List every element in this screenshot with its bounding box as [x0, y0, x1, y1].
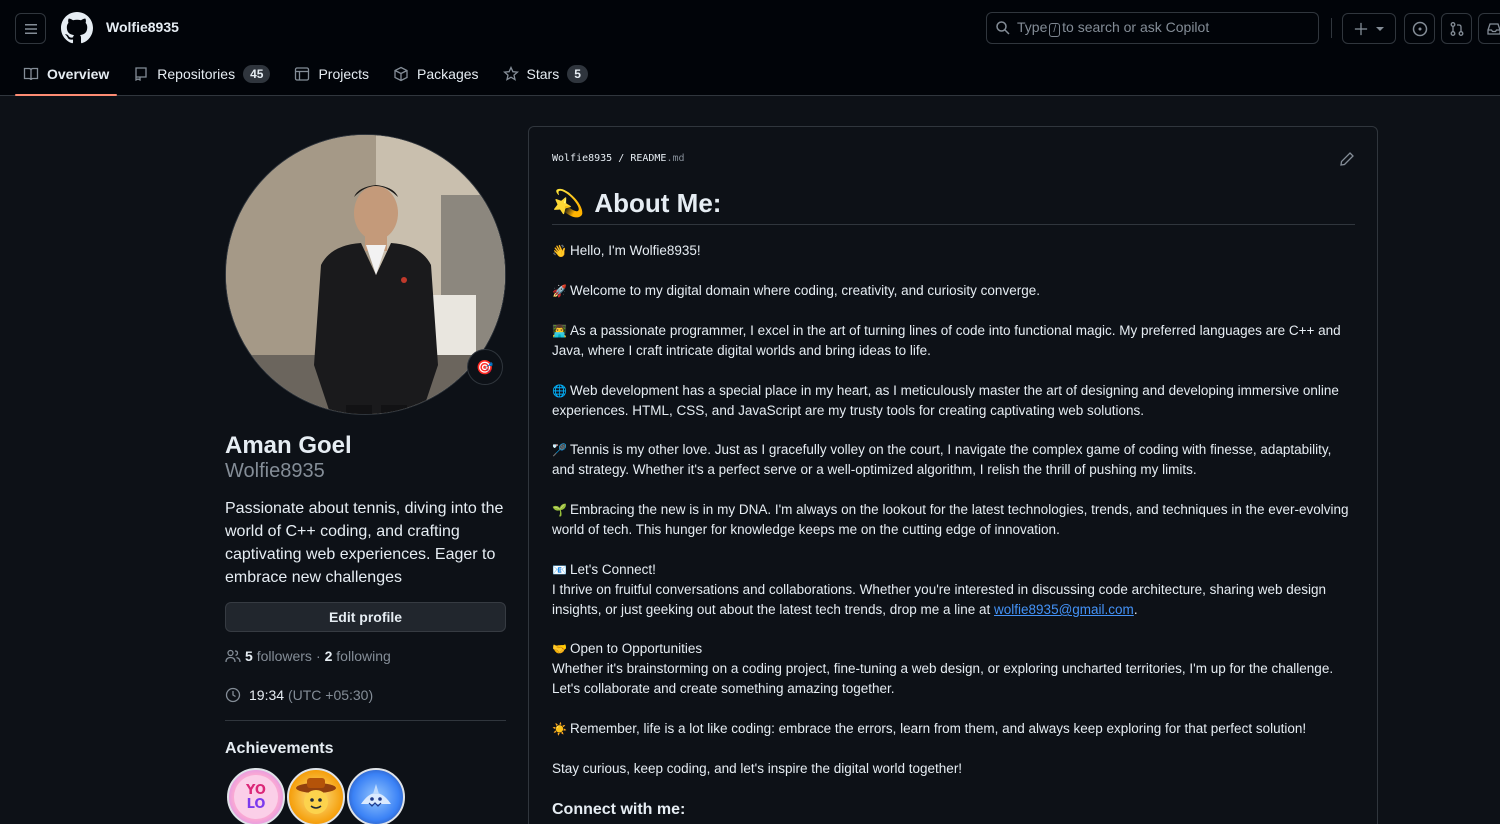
local-time-value: 19:34: [249, 687, 285, 703]
globe-icon: 🌐: [552, 384, 567, 398]
cowboy-badge-icon: [296, 778, 336, 814]
pull-requests-button[interactable]: [1441, 13, 1472, 44]
readme-paragraph: Stay curious, keep coding, and let's ins…: [552, 761, 963, 776]
header-divider: [1331, 18, 1332, 38]
create-new-button[interactable]: [1342, 13, 1396, 44]
readme-paragraph: 🚀 Welcome to my digital domain where codi…: [552, 281, 1352, 301]
tab-repositories[interactable]: Repositories 45: [125, 56, 278, 92]
racquet-icon: 🏸: [552, 443, 567, 457]
github-logo-icon[interactable]: [61, 12, 93, 44]
readme-paragraph: 👋 Hello, I'm Wolfie8935!: [552, 241, 1352, 261]
tab-label: Stars: [526, 66, 560, 82]
readme-paragraph: ☀️ Remember, life is a lot like coding: e…: [552, 719, 1352, 739]
top-header: Wolfie8935 Type / to search or ask Copilot: [0, 0, 1500, 96]
readme-heading: 💫 About Me:: [552, 183, 1355, 225]
readme-heading-text: About Me:: [594, 188, 722, 218]
table-icon: [295, 67, 310, 81]
tab-label: Repositories: [157, 66, 236, 82]
readme-paragraph: 📧 Let's Connect! I thrive on fruitful con…: [552, 562, 1326, 617]
handshake-icon: 🤝: [552, 642, 567, 656]
achievement-pull-shark-badge[interactable]: [347, 768, 405, 824]
triangle-down-icon: [1376, 26, 1384, 31]
slash-key-hint: /: [1049, 23, 1061, 37]
readme-paragraph: 🏸 Tennis is my other love. Just as I grac…: [552, 442, 1332, 477]
people-icon: [225, 649, 241, 663]
issues-button[interactable]: [1404, 13, 1435, 44]
timezone-offset: (UTC +05:30): [287, 687, 374, 703]
search-icon: [996, 21, 1010, 35]
clock-icon: [225, 687, 241, 703]
follow-separator: ·: [315, 648, 321, 664]
issue-opened-icon: [1412, 21, 1427, 36]
avatar-photo: [226, 135, 505, 414]
book-icon: [23, 67, 39, 81]
repositories-count: 45: [243, 65, 271, 83]
achievement-quickdraw-badge[interactable]: [287, 768, 345, 824]
tab-projects[interactable]: Projects: [286, 56, 377, 92]
repo-icon: [135, 67, 147, 82]
tab-overview[interactable]: Overview: [15, 56, 118, 96]
search-input[interactable]: Type / to search or ask Copilot: [986, 12, 1319, 44]
waving-hand-icon: 👋: [552, 244, 567, 258]
stars-count: 5: [567, 65, 588, 83]
achievement-yolo-badge[interactable]: YO LO: [227, 768, 285, 824]
followers-link[interactable]: 5 followers: [245, 648, 312, 664]
tab-packages[interactable]: Packages: [385, 56, 486, 92]
search-placeholder: Type / to search or ask Copilot: [1017, 19, 1210, 37]
profile-bio: Passionate about tennis, diving into the…: [225, 500, 504, 586]
svg-text:YO: YO: [245, 783, 266, 798]
email-icon: 📧: [552, 563, 567, 577]
avatar[interactable]: [225, 134, 506, 415]
status-emoji-icon: 🎯: [476, 358, 494, 375]
readme-path-owner[interactable]: Wolfie8935: [552, 153, 612, 164]
star-icon: [502, 66, 519, 81]
email-link[interactable]: wolfie8935@gmail.com: [994, 602, 1134, 617]
follow-stats: 5 followers · 2 following: [225, 648, 391, 664]
connect-heading: Connect with me:: [552, 801, 686, 818]
achievements-heading[interactable]: Achievements: [225, 740, 334, 758]
profile-login: Wolfie8935: [225, 460, 325, 482]
readme-paragraph: 🤝 Open to Opportunities Whether it's brai…: [552, 641, 1334, 696]
technologist-icon: 👨‍💻: [552, 324, 567, 338]
profile-full-name: Aman Goel: [225, 432, 352, 459]
dizzy-icon: 💫: [552, 188, 585, 218]
inbox-icon: [1486, 22, 1500, 35]
svg-text:LO: LO: [247, 797, 266, 812]
sidebar-divider: [225, 720, 506, 721]
readme-paragraph: 🌐 Web development has a special place in …: [552, 383, 1339, 418]
package-icon: [394, 66, 408, 82]
tab-label: Overview: [47, 66, 110, 82]
hamburger-menu-button[interactable]: [15, 13, 46, 44]
git-pull-request-icon: [1450, 21, 1463, 36]
readme-path-file[interactable]: README.md: [630, 153, 684, 164]
readme-paragraph: 🌱 Embracing the new is in my DNA. I'm alw…: [552, 502, 1349, 537]
shark-badge-icon: [361, 784, 391, 807]
edit-profile-button[interactable]: Edit profile: [225, 602, 506, 632]
pencil-icon[interactable]: [1339, 151, 1355, 167]
inbox-button[interactable]: [1478, 13, 1500, 44]
set-status-button[interactable]: 🎯: [467, 349, 503, 385]
seedling-icon: 🌱: [552, 503, 567, 517]
context-username[interactable]: Wolfie8935: [106, 19, 179, 35]
following-link[interactable]: 2 following: [325, 648, 391, 664]
yolo-badge-icon: YO LO: [234, 775, 278, 819]
readme-path: Wolfie8935 / README.md: [552, 153, 685, 164]
profile-tabs: Overview Repositories 45 Projects Packag…: [15, 56, 604, 96]
tab-label: Packages: [417, 66, 479, 82]
rocket-icon: 🚀: [552, 284, 567, 298]
menu-icon: [24, 23, 37, 34]
local-time: 19:34 (UTC +05:30): [225, 687, 373, 703]
readme-paragraph: 👨‍💻 As a passionate programmer, I excel i…: [552, 323, 1341, 358]
plus-icon: [1354, 22, 1368, 35]
tab-stars[interactable]: Stars 5: [495, 56, 596, 92]
tab-label: Projects: [318, 66, 370, 82]
profile-readme-card: Wolfie8935 / README.md 💫 About Me: 👋 Hell…: [528, 126, 1378, 824]
sun-icon: ☀️: [552, 722, 567, 736]
